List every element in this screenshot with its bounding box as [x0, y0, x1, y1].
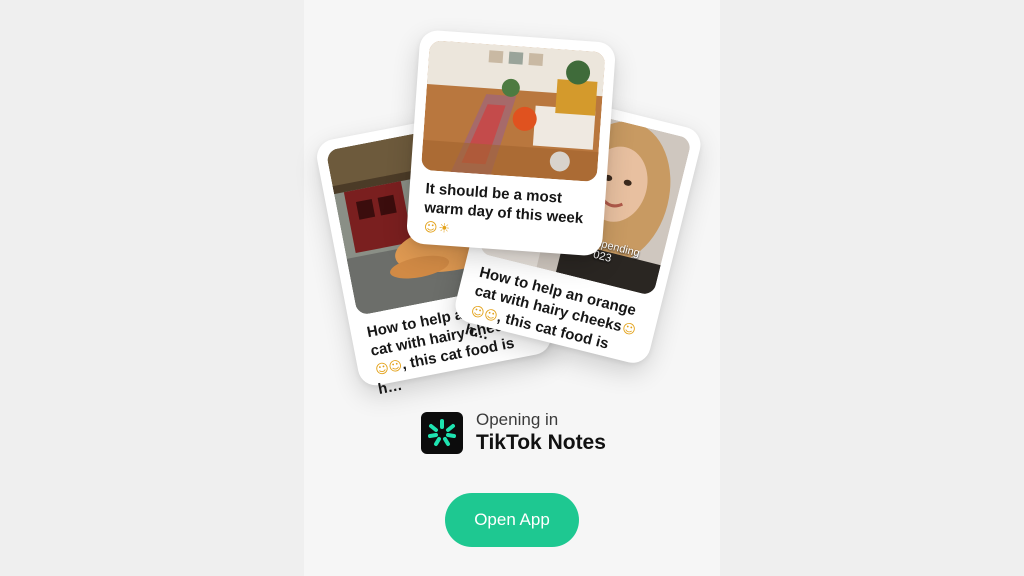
tiktok-notes-logo-icon — [421, 412, 463, 454]
opening-in-app-screen: How to help an orange cat with hairy che… — [0, 0, 1024, 576]
app-name: TikTok Notes — [476, 431, 606, 454]
note-thumbnail-room — [420, 40, 606, 183]
room-photo-illustration — [420, 40, 606, 183]
open-app-button[interactable]: Open App — [445, 493, 579, 547]
opening-in-brand: Opening in TikTok Notes — [421, 410, 606, 456]
brand-text: Opening in TikTok Notes — [476, 410, 606, 456]
tiktok-notes-logo-glyph — [428, 419, 456, 446]
cat-face-icon: ☺ — [620, 320, 638, 339]
note-card-room-center[interactable]: It should be a most warm day of this wee… — [405, 29, 617, 257]
note-caption: It should be a most warm day of this wee… — [416, 179, 596, 249]
smiling-face-icon: ☺ — [423, 220, 438, 237]
opening-in-label: Opening in — [476, 410, 559, 429]
sun-icon: ☀ — [437, 221, 451, 237]
